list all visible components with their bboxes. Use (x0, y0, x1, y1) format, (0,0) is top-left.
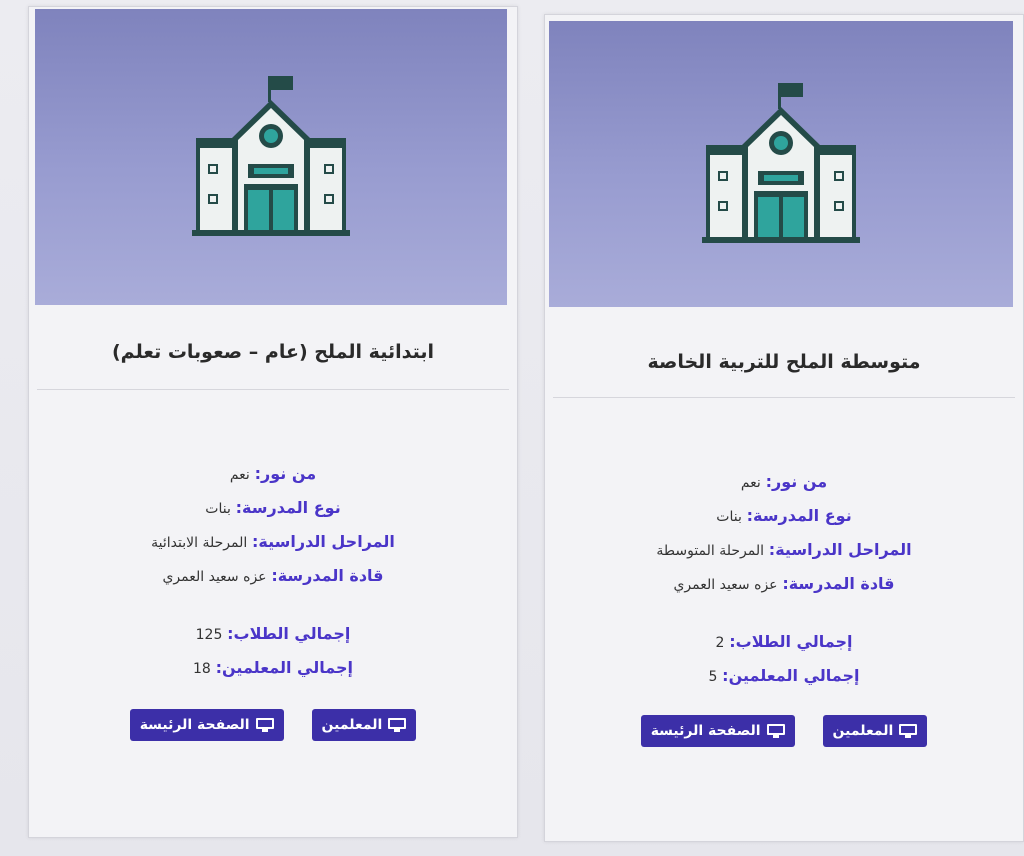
home-page-button[interactable]: الصفحة الرئيسة (640, 715, 795, 747)
field-leaders: قادة المدرسة: عزه سعيد العمري (555, 567, 1013, 601)
field-label: نوع المدرسة: (235, 498, 341, 517)
field-label: المراحل الدراسية: (768, 540, 912, 559)
total-label: إجمالي المعلمين: (215, 658, 353, 677)
card-hero-image (549, 21, 1013, 307)
teachers-button[interactable]: المعلمين (311, 709, 417, 741)
monitor-icon (388, 718, 407, 732)
school-name: ابتدائية الملح (عام – صعوبات تعلم) (112, 341, 434, 363)
home-page-button-label: الصفحة الرئيسة (139, 717, 250, 733)
total-teachers: إجمالي المعلمين: 18 (39, 651, 507, 685)
total-students: إجمالي الطلاب: 125 (39, 617, 507, 651)
field-value: عزه سعيد العمري (673, 577, 778, 593)
divider (553, 397, 1015, 398)
total-teachers: إجمالي المعلمين: 5 (555, 659, 1013, 693)
school-icon (192, 76, 350, 236)
school-name: متوسطة الملح للتربية الخاصة (647, 351, 921, 373)
field-label: قادة المدرسة: (782, 574, 895, 593)
field-school-type: نوع المدرسة: بنات (555, 499, 1013, 533)
field-label: قادة المدرسة: (271, 566, 384, 585)
field-stages: المراحل الدراسية: المرحلة الابتدائية (39, 525, 507, 559)
monitor-icon (766, 724, 785, 738)
total-label: إجمالي المعلمين: (722, 666, 860, 685)
monitor-icon (255, 718, 274, 732)
teachers-button-label: المعلمين (321, 717, 383, 733)
field-school-type: نوع المدرسة: بنات (39, 491, 507, 525)
school-icon (702, 83, 860, 243)
field-label: المراحل الدراسية: (252, 532, 395, 551)
card-hero-image (35, 9, 507, 305)
monitor-icon (899, 724, 918, 738)
divider (37, 389, 509, 390)
field-label: من نور: (765, 472, 828, 491)
school-info: من نور: نعم نوع المدرسة: بنات المراحل ال… (555, 465, 1013, 693)
school-info: من نور: نعم نوع المدرسة: بنات المراحل ال… (39, 457, 507, 685)
total-value: 125 (195, 627, 223, 643)
total-value: 5 (708, 669, 718, 685)
total-value: 2 (715, 635, 725, 651)
school-card: ابتدائية الملح (عام – صعوبات تعلم) من نو… (28, 6, 518, 838)
field-value: المرحلة الابتدائية (151, 535, 248, 551)
school-card: متوسطة الملح للتربية الخاصة من نور: نعم … (544, 14, 1024, 842)
field-value: نعم (740, 475, 761, 491)
field-value: نعم (229, 467, 250, 483)
teachers-button-label: المعلمين (832, 723, 894, 739)
teachers-button[interactable]: المعلمين (822, 715, 928, 747)
field-noor: من نور: نعم (555, 465, 1013, 499)
total-value: 18 (193, 661, 211, 677)
card-actions: المعلمين الصفحة الرئيسة (29, 709, 517, 741)
field-leaders: قادة المدرسة: عزه سعيد العمري (39, 559, 507, 593)
field-stages: المراحل الدراسية: المرحلة المتوسطة (555, 533, 1013, 567)
field-value: المرحلة المتوسطة (656, 543, 765, 559)
home-page-button[interactable]: الصفحة الرئيسة (129, 709, 284, 741)
field-label: نوع المدرسة: (746, 506, 852, 525)
field-value: عزه سعيد العمري (162, 569, 267, 585)
card-actions: المعلمين الصفحة الرئيسة (545, 715, 1023, 747)
total-label: إجمالي الطلاب: (227, 624, 351, 643)
field-label: من نور: (254, 464, 317, 483)
field-value: بنات (716, 509, 742, 525)
field-noor: من نور: نعم (39, 457, 507, 491)
field-value: بنات (205, 501, 231, 517)
page: ابتدائية الملح (عام – صعوبات تعلم) من نو… (0, 0, 1024, 856)
home-page-button-label: الصفحة الرئيسة (650, 723, 761, 739)
total-students: إجمالي الطلاب: 2 (555, 625, 1013, 659)
total-label: إجمالي الطلاب: (729, 632, 853, 651)
